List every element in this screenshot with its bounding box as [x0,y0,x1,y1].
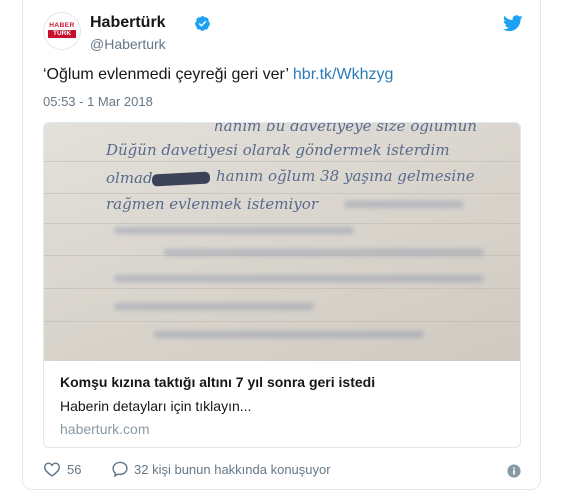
heart-icon[interactable] [43,461,61,477]
conversation-count[interactable]: 32 kişi bunun hakkında konuşuyor [134,462,331,477]
embedded-tweet: HABER TÜRK Habertürk @Haberturk ‘Oğlum e… [22,0,541,490]
card-domain: haberturk.com [60,421,150,437]
account-handle[interactable]: @Haberturk [90,36,166,52]
handwriting-line: rağmen evlenmek istemiyor [106,195,318,213]
tweet-text: ‘Oğlum evlenmedi çeyreği geri ver’ hbr.t… [43,66,393,84]
ruled-line [44,321,520,322]
avatar-logo-top: HABER [49,22,75,29]
ruled-line [44,223,520,224]
tweet-link[interactable]: hbr.tk/Wkhzyg [293,66,393,83]
tweet-timestamp[interactable]: 05:53 - 1 Mar 2018 [43,94,153,109]
account-name[interactable]: Habertürk [90,14,166,32]
ruled-line [44,161,520,162]
ruled-line [44,193,520,194]
avatar-logo-bottom: TÜRK [48,30,76,38]
twitter-bird-icon[interactable] [503,15,523,32]
handwriting-line: hanım oğlum 38 yaşına gelmesine [216,167,475,185]
card-image: hanım bu davetiyeye size oğlumun Düğün d… [44,123,520,361]
avatar[interactable]: HABER TÜRK [43,12,81,50]
card-title[interactable]: Komşu kızına taktığı altını 7 yıl sonra … [60,374,375,390]
verified-badge-icon [195,16,210,31]
blurred-text [114,227,354,234]
blurred-text [344,201,464,208]
link-card[interactable]: hanım bu davetiyeye size oğlumun Düğün d… [43,122,521,448]
speech-bubble-icon[interactable] [111,461,129,477]
info-icon[interactable] [507,464,521,478]
tweet-text-body: ‘Oğlum evlenmedi çeyreği geri ver’ [43,66,289,83]
scribble-mark [151,171,211,187]
card-description: Haberin detayları için tıklayın... [60,398,252,414]
blurred-text [114,275,484,282]
handwriting-line: Düğün davetiyesi olarak göndermek isterd… [106,141,450,159]
handwriting-line: hanım bu davetiyeye size oğlumun [214,123,477,135]
blurred-text [164,249,484,256]
ruled-line [44,288,520,289]
blurred-text [114,303,314,310]
blurred-text [154,331,424,338]
handwriting-line: olmadı [106,169,158,187]
like-count[interactable]: 56 [67,462,81,477]
